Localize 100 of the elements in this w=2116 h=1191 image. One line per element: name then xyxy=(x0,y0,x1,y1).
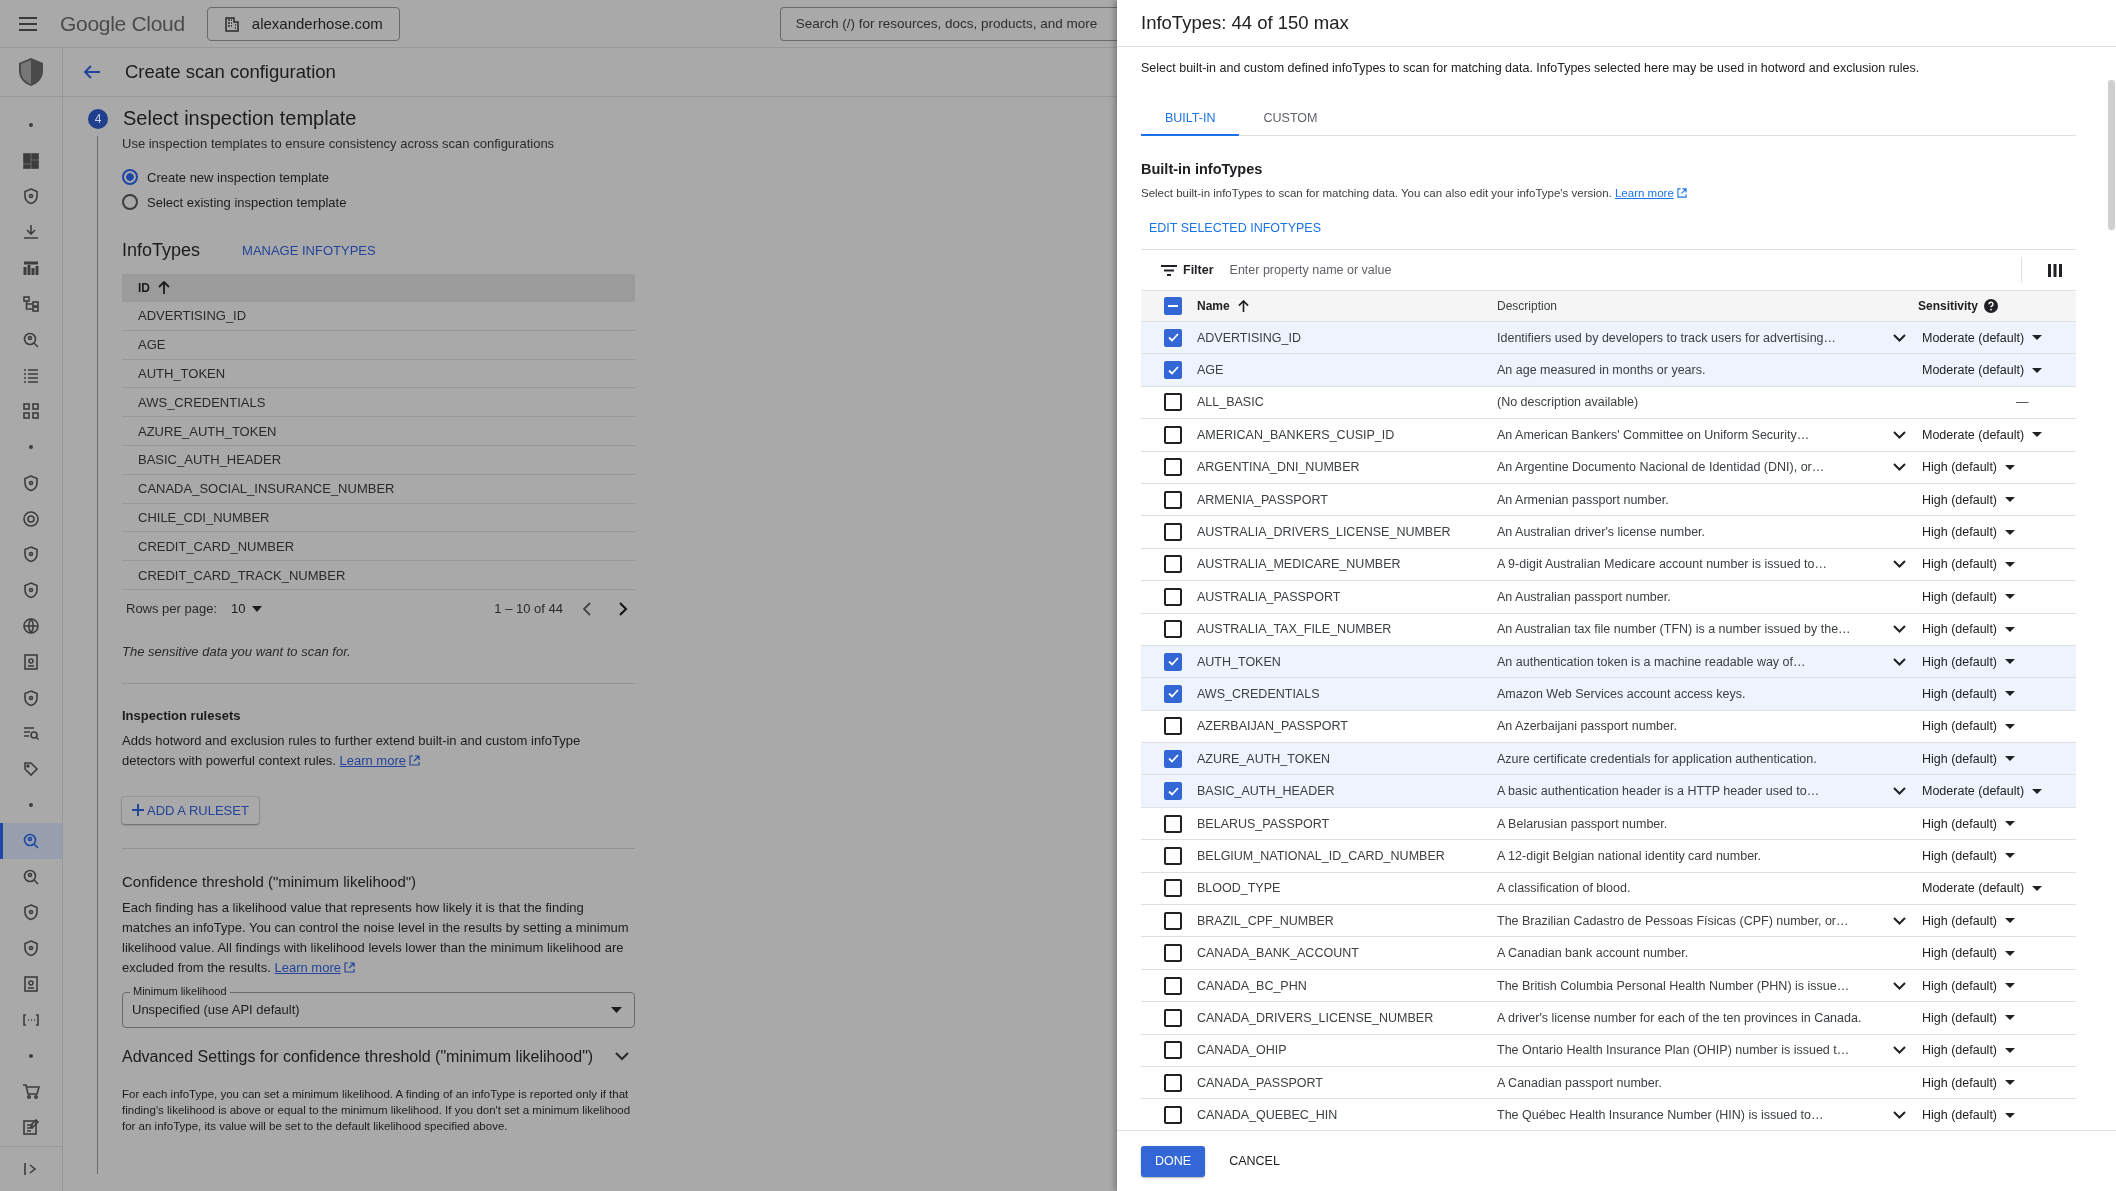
row-checkbox[interactable] xyxy=(1164,685,1182,703)
sensitivity-select[interactable]: Moderate (default) xyxy=(1916,784,2076,799)
chevron-down-icon[interactable] xyxy=(1892,1111,1906,1120)
table-cell-text: AUSTRALIA_DRIVERS_LICENSE_NUMBER xyxy=(1197,525,1452,540)
learn-more-link[interactable]: Learn more xyxy=(274,957,355,978)
radio-button[interactable] xyxy=(122,194,138,210)
sensitivity-select[interactable]: Moderate (default) xyxy=(1916,427,2076,442)
row-checkbox[interactable] xyxy=(1164,620,1182,639)
row-checkbox[interactable] xyxy=(1164,1106,1182,1125)
sensitivity-select[interactable]: High (default) xyxy=(1916,654,2076,669)
chevron-down-icon[interactable] xyxy=(1892,981,1906,990)
sensitivity-select[interactable]: High (default) xyxy=(1916,913,2076,928)
row-checkbox[interactable] xyxy=(1164,782,1182,801)
search-field[interactable]: Search (/) for resources, docs, products, and more xyxy=(779,6,1117,41)
chevron-down-icon[interactable] xyxy=(1892,333,1906,342)
sensitivity-select[interactable]: High (default) xyxy=(1916,751,2076,766)
expand-rail-button[interactable] xyxy=(23,1162,39,1176)
sensitivity-select[interactable]: High (default) xyxy=(1916,492,2076,507)
radio-button[interactable] xyxy=(122,169,138,185)
help-icon[interactable] xyxy=(1984,299,1999,313)
chevron-down-icon[interactable] xyxy=(1892,657,1906,666)
sensitivity-select[interactable]: High (default) xyxy=(1916,719,2076,734)
row-checkbox[interactable] xyxy=(1164,879,1182,898)
tab[interactable]: CUSTOM xyxy=(1239,101,1342,136)
separator-dot xyxy=(29,445,33,450)
scrollbar-thumb[interactable] xyxy=(2108,80,2115,230)
radio-option[interactable]: Select existing inspection template xyxy=(122,194,635,210)
sensitivity-select[interactable]: High (default) xyxy=(1916,589,2076,604)
sensitivity-select[interactable]: High (default) xyxy=(1916,1108,2076,1123)
chevron-down-icon[interactable] xyxy=(1892,625,1906,634)
project-picker[interactable]: alexanderhose.com xyxy=(206,6,400,41)
row-checkbox[interactable] xyxy=(1164,587,1182,606)
row-checkbox[interactable] xyxy=(1164,425,1182,444)
row-checkbox[interactable] xyxy=(1164,1008,1182,1027)
chevron-down-icon[interactable] xyxy=(1892,560,1906,569)
row-checkbox[interactable] xyxy=(1164,555,1182,574)
tab[interactable]: BUILT-IN xyxy=(1141,101,1240,136)
chevron-down-icon[interactable] xyxy=(1892,916,1906,925)
sensitivity-select[interactable]: High (default) xyxy=(1916,1010,2076,1025)
column-display-icon[interactable] xyxy=(2048,263,2062,277)
done-button[interactable]: DONE xyxy=(1141,1145,1206,1177)
manage-infotypes-button[interactable]: MANAGE INFOTYPES xyxy=(242,243,376,258)
row-checkbox[interactable] xyxy=(1164,749,1182,768)
sensitivity-select[interactable]: High (default) xyxy=(1916,816,2076,831)
sensitivity-select[interactable]: High (default) xyxy=(1916,1075,2076,1090)
sensitivity-select[interactable]: High (default) xyxy=(1916,1043,2076,1058)
row-checkbox[interactable] xyxy=(1164,328,1182,347)
rows-per-page-select[interactable]: 10 xyxy=(231,601,262,617)
sensitivity-select[interactable]: High (default) xyxy=(1916,622,2076,637)
table-cell-text: The Brazilian Cadastro de Pessoas Físicas (CPF) number, or… xyxy=(1497,913,1850,928)
product-logo[interactable]: Google Cloud xyxy=(60,11,185,36)
row-checkbox[interactable] xyxy=(1164,1073,1182,1092)
cancel-button[interactable]: CANCEL xyxy=(1215,1145,1294,1177)
row-checkbox[interactable] xyxy=(1164,652,1182,671)
table-cell-text: BELARUS_PASSPORT xyxy=(1197,816,1331,831)
tag-icon xyxy=(22,760,40,779)
sensitivity-select[interactable]: High (default) xyxy=(1916,460,2076,475)
row-checkbox[interactable] xyxy=(1164,944,1182,963)
edit-selected-button[interactable]: EDIT SELECTED INFOTYPES xyxy=(1141,217,1330,239)
table-cell-text: An Australian passport number. xyxy=(1497,589,1672,604)
chevron-down-icon[interactable] xyxy=(1892,430,1906,439)
learn-more-link[interactable]: Learn more xyxy=(1614,187,1687,199)
row-checkbox[interactable] xyxy=(1164,361,1182,380)
sensitivity-select[interactable]: Moderate (default) xyxy=(1916,881,2076,896)
chevron-down-icon[interactable] xyxy=(1892,1046,1906,1055)
chevron-down-icon[interactable] xyxy=(1892,463,1906,472)
sensitivity-select[interactable]: High (default) xyxy=(1916,978,2076,993)
row-checkbox[interactable] xyxy=(1164,717,1182,736)
chevron-down-icon[interactable] xyxy=(615,1052,629,1062)
row-checkbox[interactable] xyxy=(1164,846,1182,865)
column-header[interactable]: Name xyxy=(1197,299,1497,313)
row-checkbox[interactable] xyxy=(1164,814,1182,833)
row-checkbox[interactable] xyxy=(1164,911,1182,930)
row-checkbox[interactable] xyxy=(1164,490,1182,509)
sensitivity-select[interactable]: High (default) xyxy=(1916,687,2076,701)
table-cell-text: Identifiers used by developers to track users for advertising… xyxy=(1497,330,1838,345)
sensitivity-select[interactable]: High (default) xyxy=(1916,946,2076,961)
row-checkbox[interactable] xyxy=(1164,523,1182,542)
sensitivity-select[interactable]: Moderate (default) xyxy=(1916,363,2076,378)
add-ruleset-button[interactable]: ADD A RULESET xyxy=(122,796,259,824)
row-checkbox[interactable] xyxy=(1164,458,1182,477)
nav-item[interactable] xyxy=(0,822,62,859)
table-cell-text: AZERBAIJAN_PASSPORT xyxy=(1197,719,1349,734)
sensitivity-select[interactable]: High (default) xyxy=(1916,848,2076,863)
radio-option[interactable]: Create new inspection template xyxy=(122,169,635,185)
table-cell-text: An American Bankers' Committee on Uniform Security… xyxy=(1497,427,1811,442)
chevron-down-icon[interactable] xyxy=(1892,787,1906,796)
sensitivity-select[interactable]: High (default) xyxy=(1916,557,2076,572)
column-header: Description xyxy=(1497,299,1559,313)
learn-more-link[interactable]: Learn more xyxy=(339,750,420,771)
caret-icon xyxy=(2005,918,2016,924)
row-checkbox[interactable] xyxy=(1164,393,1182,412)
section-description: Select built-in infoTypes to scan for matching data. You can also edit your infoType's version. Learn more xyxy=(1141,187,2076,199)
column-header[interactable]: ID xyxy=(122,274,635,302)
table-cell-text: AZURE_AUTH_TOKEN xyxy=(1197,751,1332,766)
sensitivity-select[interactable]: High (default) xyxy=(1916,525,2076,540)
row-checkbox[interactable] xyxy=(1164,1041,1182,1060)
row-checkbox[interactable] xyxy=(1164,976,1182,995)
sensitivity-select[interactable]: Moderate (default) xyxy=(1916,330,2076,345)
select-all-checkbox[interactable] xyxy=(1164,297,1182,315)
